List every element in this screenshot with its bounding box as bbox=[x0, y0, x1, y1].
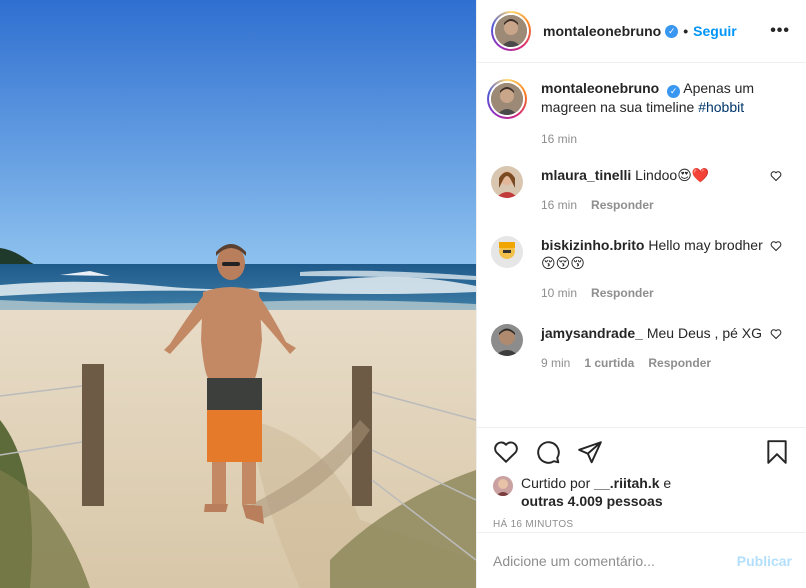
reply-button[interactable]: Responder bbox=[591, 286, 654, 300]
heart-icon[interactable] bbox=[770, 328, 782, 340]
follow-button[interactable]: Seguir bbox=[693, 23, 737, 39]
heart-icon[interactable] bbox=[770, 170, 782, 182]
comment-text: Meu Deus , pé XG bbox=[646, 325, 763, 341]
reply-button[interactable]: Responder bbox=[648, 356, 711, 370]
comment-text: Lindoo😍❤️ bbox=[635, 167, 710, 183]
caption: montaleonebruno ✓ Apenas um magreen na s… bbox=[487, 79, 790, 148]
caption-avatar[interactable] bbox=[487, 79, 527, 119]
hashtag-link[interactable]: #hobbit bbox=[698, 99, 744, 115]
post-photo[interactable] bbox=[0, 0, 476, 588]
comment-time: 9 min bbox=[541, 356, 571, 370]
reply-button[interactable]: Responder bbox=[591, 198, 654, 212]
separator: • bbox=[683, 23, 689, 39]
avatar[interactable] bbox=[493, 476, 513, 496]
add-comment-bar: Adicione um comentário... Publicar bbox=[477, 532, 806, 588]
beach-photo bbox=[0, 0, 476, 588]
save-icon[interactable] bbox=[764, 439, 790, 465]
heart-icon[interactable] bbox=[770, 240, 782, 252]
post-header: montaleonebruno ✓ • Seguir ••• bbox=[477, 0, 806, 63]
post-actions: Curtido por __.riitah.k e outras 4.009 p… bbox=[477, 427, 806, 530]
comment-item: jamysandrade_ Meu Deus , pé XG 9 min 1 cu… bbox=[491, 324, 790, 372]
action-icons bbox=[493, 439, 790, 465]
verified-badge-icon: ✓ bbox=[667, 85, 681, 98]
avatar bbox=[495, 15, 527, 47]
like-icon[interactable] bbox=[493, 439, 519, 465]
liked-prefix: Curtido por bbox=[521, 475, 591, 491]
publish-button[interactable]: Publicar bbox=[737, 553, 792, 569]
post-timestamp[interactable]: HÁ 16 MINUTOS bbox=[493, 519, 790, 530]
comment-likes[interactable]: 1 curtida bbox=[584, 356, 634, 370]
caption-username[interactable]: montaleonebruno bbox=[541, 80, 659, 96]
caption-time: 16 min bbox=[541, 132, 578, 146]
comment-input[interactable]: Adicione um comentário... bbox=[493, 553, 737, 569]
likes-summary: Curtido por __.riitah.k e outras 4.009 p… bbox=[493, 474, 790, 510]
liked-user-link[interactable]: __.riitah.k bbox=[594, 475, 659, 491]
comment-username[interactable]: mlaura_tinelli bbox=[541, 167, 631, 183]
avatar[interactable] bbox=[491, 236, 523, 268]
header-username[interactable]: montaleonebruno bbox=[543, 23, 661, 39]
instagram-post: montaleonebruno ✓ • Seguir ••• montaleon… bbox=[0, 0, 806, 588]
avatar[interactable] bbox=[491, 324, 523, 356]
liked-and: e bbox=[663, 475, 672, 491]
comment-time: 10 min bbox=[541, 286, 578, 300]
comment-username[interactable]: jamysandrade_ bbox=[541, 325, 643, 341]
post-sidebar: montaleonebruno ✓ • Seguir ••• montaleon… bbox=[476, 0, 806, 588]
liked-others-link[interactable]: outras 4.009 pessoas bbox=[521, 493, 663, 509]
comment-icon[interactable] bbox=[535, 439, 561, 465]
story-ring[interactable] bbox=[491, 11, 531, 51]
more-options-icon[interactable]: ••• bbox=[770, 22, 790, 40]
comments-list: montaleonebruno ✓ Apenas um magreen na s… bbox=[477, 63, 806, 372]
comment-time: 16 min bbox=[541, 198, 578, 212]
comment-item: biskizinho.brito Hello may brodher 😚😚😚 1… bbox=[491, 236, 790, 302]
avatar[interactable] bbox=[491, 166, 523, 198]
comment-item: mlaura_tinelli Lindoo😍❤️ 16 min Responder bbox=[491, 166, 790, 214]
comment-username[interactable]: biskizinho.brito bbox=[541, 237, 644, 253]
verified-badge-icon: ✓ bbox=[665, 24, 679, 38]
share-icon[interactable] bbox=[577, 439, 603, 465]
